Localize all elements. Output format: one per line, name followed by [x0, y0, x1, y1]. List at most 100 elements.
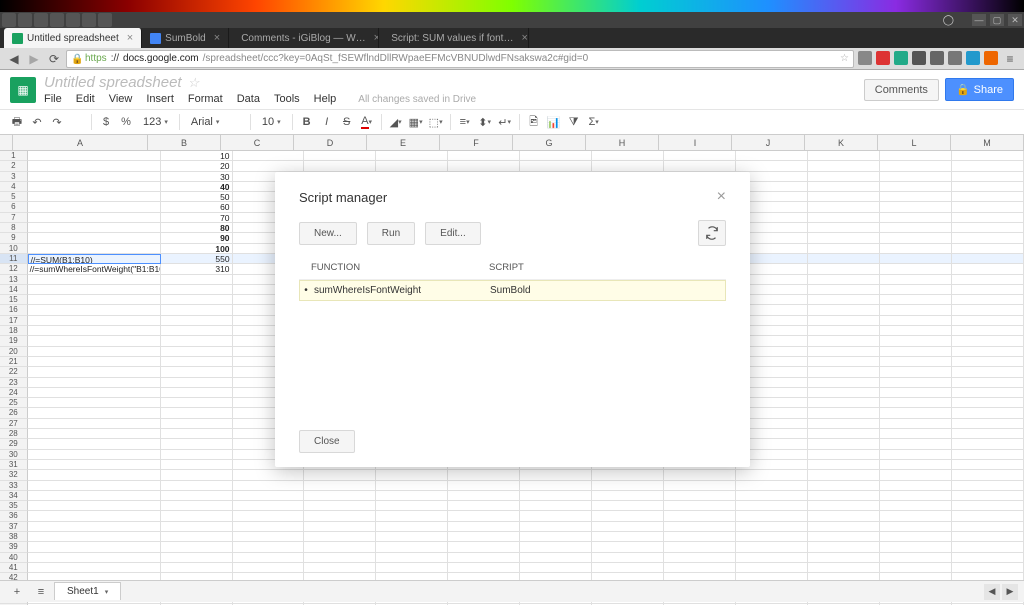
cell[interactable] — [161, 347, 233, 357]
column-header[interactable]: H — [586, 135, 659, 151]
cell[interactable]: 20 — [161, 161, 233, 171]
row-header[interactable]: 18 — [0, 326, 28, 336]
borders-icon[interactable]: ▦▾ — [407, 113, 425, 131]
ext-icon[interactable] — [50, 13, 64, 27]
doc-title[interactable]: Untitled spreadsheet — [44, 74, 182, 91]
cell[interactable] — [28, 182, 161, 192]
row-header[interactable]: 23 — [0, 378, 28, 388]
tab-close-icon[interactable]: × — [521, 32, 527, 44]
run-button[interactable]: Run — [367, 222, 415, 245]
italic-icon[interactable]: I — [318, 113, 336, 131]
cell[interactable] — [880, 357, 952, 367]
row-header[interactable]: 41 — [0, 563, 28, 573]
filter-icon[interactable]: ⧩ — [565, 113, 583, 131]
cell[interactable]: 310 — [161, 264, 233, 274]
cell[interactable] — [28, 429, 161, 439]
cell[interactable] — [880, 491, 952, 501]
row-header[interactable]: 29 — [0, 439, 28, 449]
cell[interactable] — [736, 553, 808, 563]
ext-icon[interactable] — [948, 51, 962, 65]
cell[interactable] — [161, 305, 233, 315]
cell[interactable] — [304, 151, 376, 161]
cell[interactable] — [808, 151, 880, 161]
paint-format-icon[interactable] — [68, 113, 86, 131]
menu-insert[interactable]: Insert — [146, 93, 174, 105]
cell[interactable] — [161, 367, 233, 377]
row-header[interactable]: 13 — [0, 275, 28, 285]
cell[interactable] — [520, 491, 592, 501]
cell[interactable] — [376, 542, 448, 552]
cell[interactable] — [880, 244, 952, 254]
cell[interactable] — [808, 182, 880, 192]
cell[interactable] — [28, 192, 161, 202]
cell[interactable] — [161, 419, 233, 429]
cell[interactable] — [808, 357, 880, 367]
cell[interactable] — [376, 481, 448, 491]
cell[interactable] — [952, 264, 1024, 274]
cell[interactable] — [880, 305, 952, 315]
cell[interactable] — [880, 151, 952, 161]
cell[interactable] — [28, 522, 161, 532]
ext-icon[interactable] — [930, 51, 944, 65]
cell[interactable] — [161, 450, 233, 460]
cell[interactable] — [808, 481, 880, 491]
cell[interactable] — [664, 491, 736, 501]
cell[interactable] — [880, 233, 952, 243]
cell[interactable] — [448, 522, 520, 532]
cell[interactable] — [808, 563, 880, 573]
cell[interactable] — [952, 429, 1024, 439]
cell[interactable] — [592, 542, 664, 552]
cell[interactable] — [376, 161, 448, 171]
column-header[interactable]: A — [13, 135, 148, 151]
valign-icon[interactable]: ⬍▾ — [476, 113, 494, 131]
cell[interactable] — [304, 522, 376, 532]
cell[interactable] — [880, 542, 952, 552]
column-header[interactable]: I — [659, 135, 732, 151]
cell[interactable] — [952, 172, 1024, 182]
cell[interactable] — [808, 419, 880, 429]
cell[interactable] — [808, 429, 880, 439]
cell[interactable] — [28, 233, 161, 243]
row-header[interactable]: 3 — [0, 172, 28, 182]
sheet-tab-menu-icon[interactable]: ▾ — [105, 588, 109, 596]
cell[interactable] — [880, 264, 952, 274]
row-header[interactable]: 22 — [0, 367, 28, 377]
cell[interactable] — [161, 275, 233, 285]
cell[interactable] — [952, 470, 1024, 480]
cell[interactable]: //=sumWhereIsFontWeight("B1:B10") — [28, 264, 161, 274]
print-icon[interactable]: 🖶 — [8, 113, 26, 131]
column-header[interactable]: E — [367, 135, 440, 151]
cell[interactable] — [664, 522, 736, 532]
cell[interactable]: 550 — [161, 254, 233, 264]
cell[interactable] — [28, 408, 161, 418]
cell[interactable] — [161, 388, 233, 398]
cell[interactable] — [233, 161, 305, 171]
row-header[interactable]: 2 — [0, 161, 28, 171]
cell[interactable] — [233, 511, 305, 521]
cell[interactable] — [592, 532, 664, 542]
column-header[interactable]: K — [805, 135, 878, 151]
cell[interactable] — [952, 357, 1024, 367]
refresh-button[interactable] — [698, 220, 726, 246]
menu-format[interactable]: Format — [188, 93, 223, 105]
cell[interactable] — [28, 511, 161, 521]
cell[interactable] — [448, 511, 520, 521]
browser-tab[interactable]: Untitled spreadsheet × — [4, 28, 142, 48]
cell[interactable] — [880, 470, 952, 480]
cell[interactable] — [28, 244, 161, 254]
cell[interactable] — [952, 161, 1024, 171]
cell[interactable] — [880, 501, 952, 511]
window-minimize[interactable]: — — [972, 14, 986, 26]
row-header[interactable]: 24 — [0, 388, 28, 398]
select-all-corner[interactable] — [0, 135, 13, 151]
cell[interactable] — [952, 151, 1024, 161]
cell[interactable] — [808, 316, 880, 326]
cell[interactable]: 30 — [161, 172, 233, 182]
cell[interactable] — [952, 378, 1024, 388]
cell[interactable] — [664, 563, 736, 573]
cell[interactable] — [520, 511, 592, 521]
row-header[interactable]: 40 — [0, 553, 28, 563]
cell[interactable] — [808, 450, 880, 460]
cell[interactable] — [28, 336, 161, 346]
cell[interactable] — [28, 151, 161, 161]
